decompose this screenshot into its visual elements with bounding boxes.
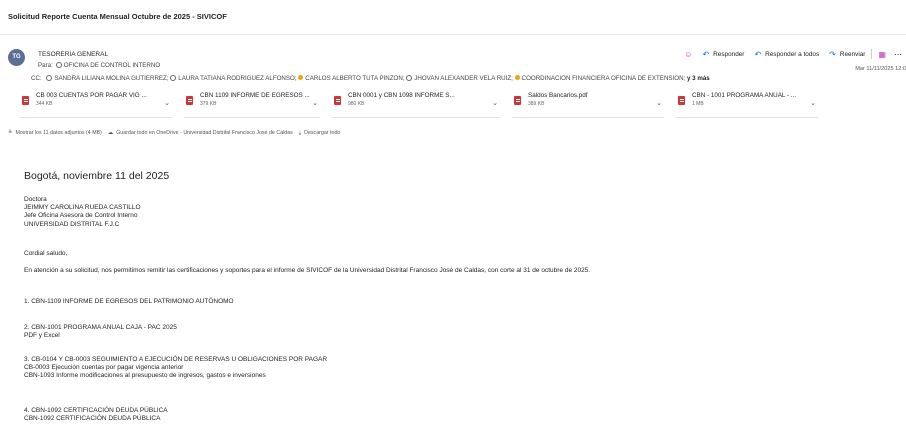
cc-recipient[interactable]: COORDINACION FINANCIERA OFICINA DE EXTEN… [514,75,685,82]
reply-all-icon: ↶ [754,49,762,59]
apps-icon[interactable]: ▦ [878,50,886,59]
chevron-down-icon[interactable]: ⌄ [810,99,816,107]
addressee-line: UNIVERSIDAD DISTRITAL F.J.C [24,220,120,228]
list-item-line: CBN-1093 Informe modificaciones al presu… [24,372,266,380]
greeting: Cordial saludo, [24,250,68,257]
pdf-icon [22,96,29,105]
person-icon [406,75,413,81]
chevron-down-icon[interactable]: ⌄ [164,99,170,107]
attachment-name: CBN - 1001 PROGRAMA ANUAL - ... [692,92,797,99]
reply-button[interactable]: ↶ Responder [702,50,744,59]
list-item-line: CBN-1092 CERTIFICACIÓN DEUDA PÚBLICA [24,415,161,423]
pdf-icon [186,96,193,105]
more-options-icon[interactable]: ⋯ [894,50,902,59]
sender-name[interactable]: TESORERIA GENERAL [38,51,108,58]
list-item-title: 4. CBN-1092 CERTIFICACIÓN DEUDA PÚBLICA [24,407,168,414]
attachment-size: 1 MB [692,101,704,107]
sent-date: Mar 11/11/2025 12:0 [855,66,906,72]
attachment-size: 980 KB [348,101,365,107]
list-item-title: 3. CB-0104 Y CB-0003 SEGUIMIENTO A EJECU… [24,356,328,363]
attachment-actions: ≚ Mostrar los 11 datos adjuntos (4 MB) ☁ G… [8,130,343,137]
addressee-line: Jefe Oficina Asesora de Control Interno [24,212,138,220]
save-onedrive-link[interactable]: Guardar todo en OneDrive - Universidad D… [116,130,293,136]
presence-icon [514,75,520,80]
list-item-title: 2. CBN-1001 PROGRAMA ANUAL CAJA - PAC 20… [24,324,177,331]
sender-avatar[interactable]: TG [8,49,25,66]
expand-icon: ≚ [8,130,13,136]
attachment-item[interactable]: CBN 0001 y CBN 1098 INFORME S... 980 KB … [332,90,500,118]
list-item: 2. CBN-1001 PROGRAMA ANUAL CAJA - PAC 20… [24,324,177,340]
divider [871,49,873,59]
list-item-line: CB-0003 Ejecución cuentas por pagar vige… [24,364,184,372]
person-icon [55,62,62,68]
presence-icon [298,75,304,80]
attachment-size: 379 KB [200,101,217,107]
person-icon [170,75,177,81]
download-all-link[interactable]: Descargar todo [304,130,340,136]
attachment-item[interactable]: CBN 1109 INFORME DE EGRESOS ... 379 KB ⌄ [184,90,320,118]
attachment-item[interactable]: CB 003 CUENTAS POR PAGAR VIG ... 344 KB … [20,90,172,118]
reply-icon: ↶ [702,49,710,59]
letter-date: Bogotá, noviembre 11 del 2025 [24,170,170,182]
pdf-icon [514,96,521,105]
addressee-line: JEIMMY CAROLINA RUEDA CASTILLO [24,204,141,212]
attachment-item[interactable]: CBN - 1001 PROGRAMA ANUAL - ... 1 MB ⌄ [676,90,818,118]
cc-recipient[interactable]: SANDRA LILIANA MOLINA GUTIERREZ; [46,75,169,82]
show-all-attachments-link[interactable]: Mostrar los 11 datos adjuntos (4 MB) [15,130,101,136]
list-item: 3. CB-0104 Y CB-0003 SEGUIMIENTO A EJECU… [24,356,327,381]
attachment-name: CB 003 CUENTAS POR PAGAR VIG ... [36,92,147,99]
chevron-down-icon[interactable]: ⌄ [656,99,662,107]
to-recipient[interactable]: OFICINA DE CONTROL INTERNO [64,62,160,69]
attachment-item[interactable]: Saldos Bancarios.pdf 389 KB ⌄ [512,90,664,118]
cloud-icon: ☁ [106,130,114,136]
addressee-line: Doctora [24,196,47,203]
intro-paragraph: En atención a su solicitud, nos permitim… [24,267,591,274]
to-line: Para: OFICINA DE CONTROL INTERNO [38,62,160,69]
to-label: Para: [38,62,53,69]
cc-recipient[interactable]: CARLOS ALBERTO TUTA PINZON; [298,75,405,82]
person-icon [46,75,53,81]
attachment-name: Saldos Bancarios.pdf [528,92,588,99]
attachment-size: 344 KB [36,101,53,107]
cc-recipient[interactable]: LAURA TATIANA RODRIGUEZ ALFONSO; [170,75,297,82]
chevron-down-icon[interactable]: ⌄ [492,99,498,107]
reaction-icon[interactable]: ☺ [684,50,692,59]
forward-button[interactable]: ↷ Reenviar [829,50,865,59]
cc-recipient[interactable]: JHOVAN ALEXANDER VELA RUIZ; [406,75,513,82]
download-icon: ⤓ [297,130,302,136]
chevron-down-icon[interactable]: ⌄ [312,99,318,107]
reply-all-button[interactable]: ↶ Responder a todos [754,50,819,59]
list-item-line: PDF y Excel [24,332,60,340]
list-item: 4. CBN-1092 CERTIFICACIÓN DEUDA PÚBLICA … [24,407,168,423]
cc-line: CC: SANDRA LILIANA MOLINA GUTIERREZ; LAU… [31,75,710,82]
attachments-bar: CB 003 CUENTAS POR PAGAR VIG ... 344 KB … [20,90,830,118]
pdf-icon [678,96,685,105]
cc-label: CC: [31,75,42,82]
pdf-icon [334,96,341,105]
list-item-title: 1. CBN-1109 INFORME DE EGRESOS DEL PATRI… [24,298,234,305]
message-body: Bogotá, noviembre 11 del 2025 Doctora JE… [24,170,904,422]
attachment-name: CBN 0001 y CBN 1098 INFORME S... [348,92,455,99]
forward-icon: ↷ [829,49,836,59]
attachment-size: 389 KB [528,101,545,107]
addressee-block: Doctora JEIMMY CAROLINA RUEDA CASTILLO J… [24,196,141,229]
message-actions: ☺ ↶ Responder ↶ Responder a todos ↷ Reenvia… [684,47,902,61]
list-item: 1. CBN-1109 INFORME DE EGRESOS DEL PATRI… [24,298,234,306]
email-subject: Solicitud Reporte Cuenta Mensual Octubre… [0,0,906,35]
more-recipients-link[interactable]: y 3 más [687,75,710,82]
attachment-name: CBN 1109 INFORME DE EGRESOS ... [200,92,310,99]
